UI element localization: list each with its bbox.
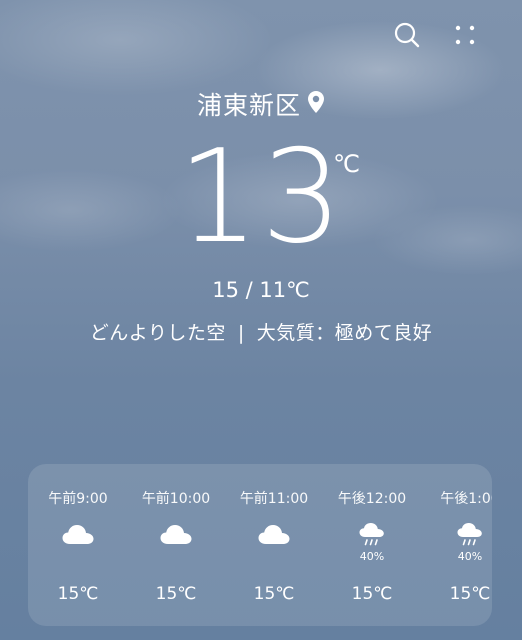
hour-temp: 15℃ (449, 584, 491, 604)
current-temperature: 13 ℃ (0, 128, 522, 268)
precipitation-chance: 40% (359, 550, 385, 563)
more-icon[interactable] (450, 20, 480, 50)
location-name: 浦東新区 (196, 91, 301, 120)
search-icon[interactable] (392, 20, 422, 50)
cloud-icon (28, 522, 128, 566)
hour-time: 午前9:00 (48, 491, 108, 507)
hour-time: 午前10:00 (141, 491, 211, 507)
hourly-item: 午後12:00 40% 15℃ (322, 464, 422, 626)
hourly-item: 午前10:00 15℃ (126, 464, 226, 626)
condition-line: どんよりした空 | 大気質：極めて良好 (0, 318, 522, 345)
hour-time: 午後1:00 (440, 491, 492, 507)
cloud-icon (126, 522, 226, 566)
weather-condition: どんよりした空 (89, 322, 226, 344)
separator: | (237, 322, 245, 344)
hourly-item: 午前11:00 15℃ (224, 464, 324, 626)
hourly-item: 午前9:00 15℃ (28, 464, 128, 626)
location-pin-icon (307, 90, 325, 120)
hour-temp: 15℃ (253, 584, 295, 604)
temperature-unit: ℃ (333, 150, 362, 178)
hour-time: 午後12:00 (337, 491, 407, 507)
location-title[interactable]: 浦東新区 (0, 86, 522, 122)
hourly-forecast-card[interactable]: 午前9:00 15℃ 午前10:00 15℃ 午前11:00 15℃ 午後12:… (28, 464, 492, 626)
precipitation-chance: 40% (457, 550, 483, 563)
temperature-range: 15 / 11℃ (212, 278, 310, 302)
hour-time: 午前11:00 (239, 491, 309, 507)
hour-temp: 15℃ (351, 584, 393, 604)
cloud-icon (224, 522, 324, 566)
hour-temp: 15℃ (57, 584, 99, 604)
hourly-item: 午後1:00 40% 15℃ (420, 464, 492, 626)
hour-temp: 15℃ (155, 584, 197, 604)
temperature-value: 13 (177, 123, 345, 272)
air-quality[interactable]: 大気質：極めて良好 (257, 322, 433, 344)
